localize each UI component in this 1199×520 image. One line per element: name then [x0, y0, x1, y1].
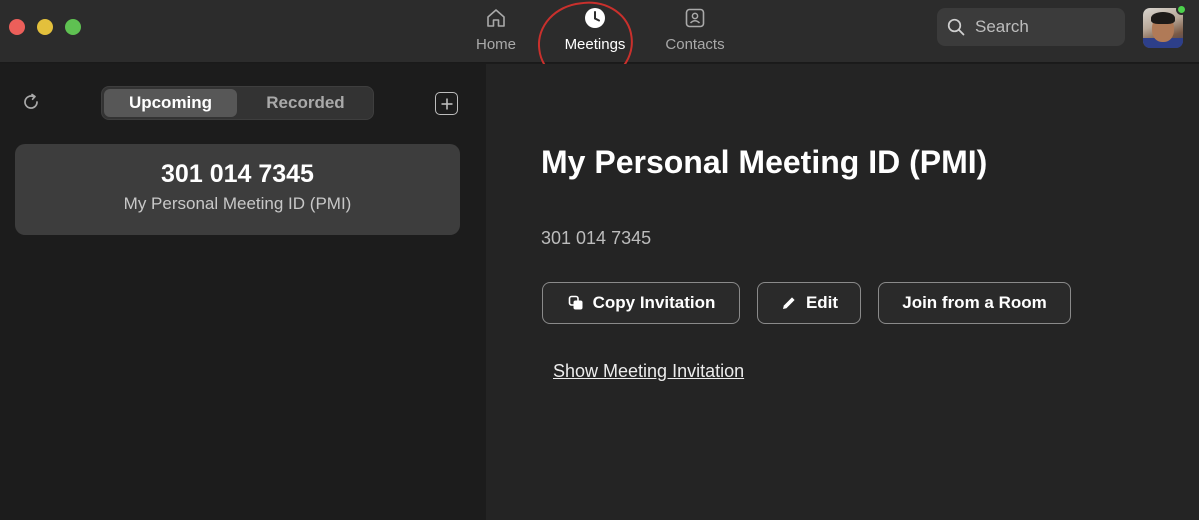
avatar[interactable]	[1143, 8, 1183, 48]
edit-button[interactable]: Edit	[757, 282, 861, 324]
join-from-room-button[interactable]: Join from a Room	[878, 282, 1071, 324]
meeting-list-item[interactable]: 301 014 7345 My Personal Meeting ID (PMI…	[15, 144, 460, 235]
show-meeting-invitation-link[interactable]: Show Meeting Invitation	[553, 361, 744, 382]
nav-tab-meetings-label: Meetings	[564, 36, 626, 53]
add-meeting-icon[interactable]	[435, 92, 458, 115]
nav-tab-contacts-label: Contacts	[665, 36, 725, 53]
tab-recorded[interactable]: Recorded	[239, 89, 372, 117]
join-from-room-label: Join from a Room	[902, 293, 1047, 312]
nav-tab-contacts[interactable]: Contacts	[654, 6, 736, 56]
avatar-hair	[1151, 12, 1175, 24]
zoom-window-button[interactable]	[65, 19, 81, 35]
minimize-window-button[interactable]	[37, 19, 53, 35]
refresh-icon[interactable]	[21, 92, 41, 112]
meetings-list-panel: Upcoming Recorded 301 014 7345 My Person…	[0, 64, 486, 520]
close-window-button[interactable]	[9, 19, 25, 35]
meeting-detail-panel: My Personal Meeting ID (PMI) 301 014 734…	[486, 64, 1199, 520]
meeting-card-id: 301 014 7345	[161, 160, 314, 188]
copy-icon	[567, 294, 585, 312]
tab-upcoming[interactable]: Upcoming	[104, 89, 237, 117]
copy-invitation-label: Copy Invitation	[592, 293, 716, 312]
meeting-title: My Personal Meeting ID (PMI)	[541, 144, 988, 180]
copy-invitation-button[interactable]: Copy Invitation	[542, 282, 740, 324]
meeting-number: 301 014 7345	[541, 228, 652, 248]
search-input[interactable]	[975, 17, 1115, 37]
search-box[interactable]	[937, 8, 1125, 46]
nav-tab-meetings[interactable]: Meetings	[556, 6, 634, 56]
nav-tab-home[interactable]: Home	[466, 6, 526, 56]
nav-tab-home-label: Home	[475, 36, 516, 53]
title-bar: Home Meetings Contacts	[0, 0, 1199, 91]
meeting-card-name: My Personal Meeting ID (PMI)	[123, 194, 352, 213]
clock-icon	[583, 6, 607, 30]
meetings-segmented-control: Upcoming Recorded	[101, 86, 374, 120]
online-status-dot	[1176, 4, 1187, 15]
contact-card-icon	[683, 6, 707, 30]
pencil-icon	[780, 294, 798, 312]
edit-label: Edit	[805, 293, 839, 312]
search-icon	[947, 18, 965, 36]
home-icon	[484, 6, 508, 30]
